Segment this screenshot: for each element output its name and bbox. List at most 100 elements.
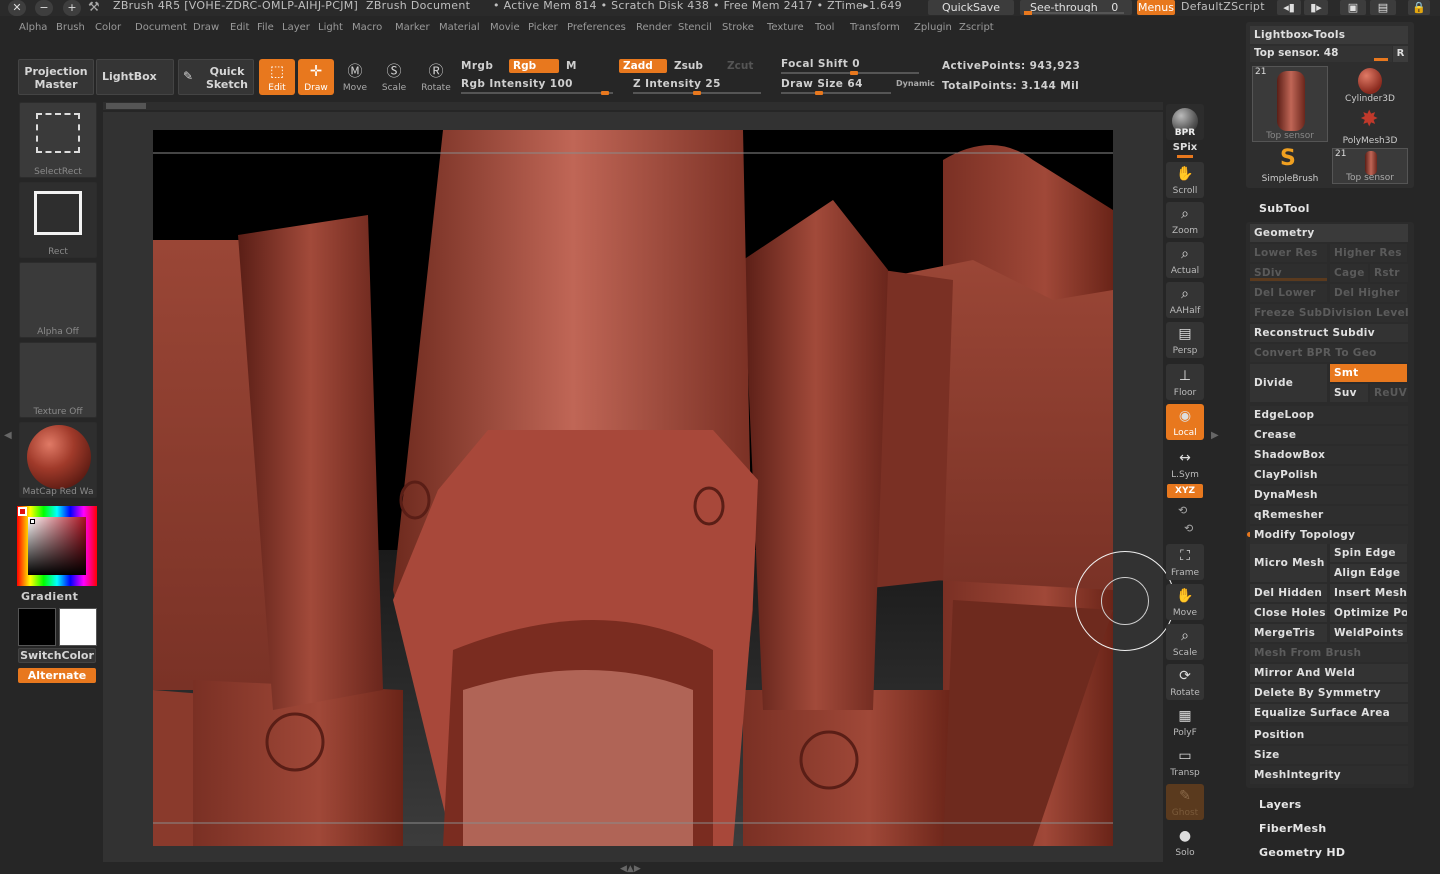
layout-alt-icon[interactable]: ▤: [1370, 0, 1396, 15]
focal-shift-knob[interactable]: [850, 71, 858, 75]
document-canvas[interactable]: [153, 130, 1113, 846]
move-button[interactable]: Ⓜ Move: [337, 59, 373, 95]
crease-section[interactable]: Crease: [1250, 426, 1408, 444]
menu-preferences[interactable]: Preferences: [567, 22, 626, 33]
zcut-button[interactable]: Zcut: [723, 59, 763, 73]
color-picker[interactable]: [17, 506, 97, 586]
draw-size-slider[interactable]: [781, 91, 891, 95]
menu-material[interactable]: Material: [439, 22, 480, 33]
projection-master-button[interactable]: Projection Master: [18, 59, 94, 95]
size-section[interactable]: Size: [1250, 746, 1408, 764]
menu-texture[interactable]: Texture: [767, 22, 804, 33]
rect-stroke-button[interactable]: Rect: [19, 182, 97, 258]
subtool-section[interactable]: SubTool: [1259, 202, 1310, 215]
focal-shift-slider[interactable]: [781, 71, 919, 75]
modify-topology-section[interactable]: Modify Topology: [1250, 526, 1408, 544]
primary-color-swatch[interactable]: [59, 608, 97, 646]
lock-icon[interactable]: 🔒: [1408, 0, 1430, 15]
dynamic-button[interactable]: Dynamic: [896, 79, 935, 88]
shadowbox-section[interactable]: ShadowBox: [1250, 446, 1408, 464]
scroll-button[interactable]: ✋ Scroll: [1166, 162, 1204, 198]
geometry-header[interactable]: Geometry: [1250, 224, 1408, 242]
rotate-view-button[interactable]: ⟳ Rotate: [1166, 664, 1204, 700]
bottom-collapse-icon[interactable]: ◀▲▶: [620, 864, 641, 874]
menu-layer[interactable]: Layer: [282, 22, 310, 33]
qremesher-section[interactable]: qRemesher: [1250, 506, 1408, 524]
fibermesh-section[interactable]: FiberMesh: [1259, 822, 1327, 835]
cage-button[interactable]: Cage: [1330, 264, 1368, 282]
weldpoints-button[interactable]: WeldPoints: [1330, 624, 1407, 642]
menu-document[interactable]: Document: [135, 22, 187, 33]
divide-button[interactable]: Divide: [1250, 364, 1327, 402]
local-button[interactable]: ◉ Local: [1166, 404, 1204, 440]
move-view-button[interactable]: ✋ Move: [1166, 584, 1204, 620]
rotate-z-icon[interactable]: ⟲: [1184, 522, 1193, 535]
spix-slider[interactable]: SPix: [1166, 142, 1204, 158]
color-saturation-square[interactable]: [28, 517, 86, 575]
solo-button[interactable]: ● Solo: [1166, 824, 1204, 860]
menu-macro[interactable]: Macro: [352, 22, 382, 33]
rgb-intensity-knob[interactable]: [601, 91, 609, 95]
polyf-button[interactable]: ▦ PolyF: [1166, 704, 1204, 740]
suv-button[interactable]: Suv: [1330, 384, 1368, 402]
persp-button[interactable]: ▤ Persp: [1166, 322, 1204, 358]
alpha-button[interactable]: Alpha Off: [19, 262, 97, 338]
r-button[interactable]: R: [1393, 46, 1408, 62]
seethrough-slider[interactable]: See-through 0: [1020, 0, 1132, 15]
delete-by-symmetry-button[interactable]: Delete By Symmetry: [1250, 684, 1408, 702]
left-collapse-icon[interactable]: ◀: [4, 430, 12, 441]
menu-stencil[interactable]: Stencil: [678, 22, 712, 33]
mergetris-button[interactable]: MergeTris: [1250, 624, 1327, 642]
mrgb-button[interactable]: Mrgb: [461, 60, 493, 72]
z-intensity-knob[interactable]: [693, 91, 701, 95]
reuv-button[interactable]: ReUV: [1370, 384, 1408, 402]
geometry-hd-section[interactable]: Geometry HD: [1259, 846, 1345, 859]
menu-stroke[interactable]: Stroke: [722, 22, 754, 33]
lightbox-tools-button[interactable]: Lightbox▸Tools: [1250, 26, 1408, 44]
micro-mesh-button[interactable]: Micro Mesh: [1250, 544, 1327, 582]
spin-edge-button[interactable]: Spin Edge: [1330, 544, 1407, 562]
tool-thumb-simplebrush[interactable]: S SimpleBrush: [1252, 146, 1328, 186]
menu-color[interactable]: Color: [95, 22, 121, 33]
menu-movie[interactable]: Movie: [490, 22, 520, 33]
mirror-and-weld-button[interactable]: Mirror And Weld: [1250, 664, 1408, 682]
quicksave-button[interactable]: QuickSave: [928, 0, 1014, 15]
ghost-button[interactable]: ✎ Ghost: [1166, 784, 1204, 820]
frame-button[interactable]: ⛶ Frame: [1166, 544, 1204, 580]
menu-tool[interactable]: Tool: [815, 22, 834, 33]
scale-view-button[interactable]: ⌕ Scale: [1166, 624, 1204, 660]
scale-button[interactable]: Ⓢ Scale: [376, 59, 412, 95]
reconstruct-subdiv-button[interactable]: Reconstruct Subdiv: [1250, 324, 1408, 342]
position-section[interactable]: Position: [1250, 726, 1408, 744]
del-hidden-button[interactable]: Del Hidden: [1250, 584, 1327, 602]
lightbox-button[interactable]: LightBox: [96, 59, 174, 95]
transp-button[interactable]: ▭ Transp: [1166, 744, 1204, 780]
zadd-button[interactable]: Zadd: [619, 59, 667, 73]
rgb-button[interactable]: Rgb: [509, 59, 559, 73]
z-intensity-slider[interactable]: [633, 91, 761, 95]
rgb-intensity-slider[interactable]: [461, 91, 613, 95]
menus-button[interactable]: Menus: [1137, 0, 1175, 15]
menu-transform[interactable]: Transform: [850, 22, 900, 33]
bpr-button[interactable]: BPR: [1166, 104, 1204, 140]
smt-button[interactable]: Smt: [1330, 364, 1407, 382]
canvas-scroll-thumb[interactable]: [106, 103, 146, 109]
freeze-subdivision-button[interactable]: Freeze SubDivision Levels: [1250, 304, 1408, 322]
top-sensor-slider[interactable]: Top sensor. 48: [1250, 46, 1392, 62]
tool-thumb-top-sensor-2[interactable]: 21 Top sensor: [1332, 148, 1408, 184]
switch-color-button[interactable]: SwitchColor: [18, 648, 96, 663]
lower-res-button[interactable]: Lower Res: [1250, 244, 1327, 262]
menu-picker[interactable]: Picker: [528, 22, 558, 33]
aahalf-button[interactable]: ⌕ AAHalf: [1166, 282, 1204, 318]
mesh-from-brush-button[interactable]: Mesh From Brush: [1250, 644, 1408, 662]
edit-button[interactable]: ⬚ Edit: [259, 59, 295, 95]
layout-icon[interactable]: ▣: [1340, 0, 1366, 15]
floor-button[interactable]: ⊥ Floor: [1166, 364, 1204, 400]
insert-mesh-button[interactable]: Insert Mesh: [1330, 584, 1407, 602]
actual-button[interactable]: ⌕ Actual: [1166, 242, 1204, 278]
optimize-points-button[interactable]: Optimize Poi: [1330, 604, 1407, 622]
draw-size-knob[interactable]: [815, 91, 823, 95]
equalize-surface-area-button[interactable]: Equalize Surface Area: [1250, 704, 1408, 722]
del-lower-button[interactable]: Del Lower: [1250, 284, 1327, 302]
xyz-button[interactable]: XYZ: [1167, 484, 1203, 498]
